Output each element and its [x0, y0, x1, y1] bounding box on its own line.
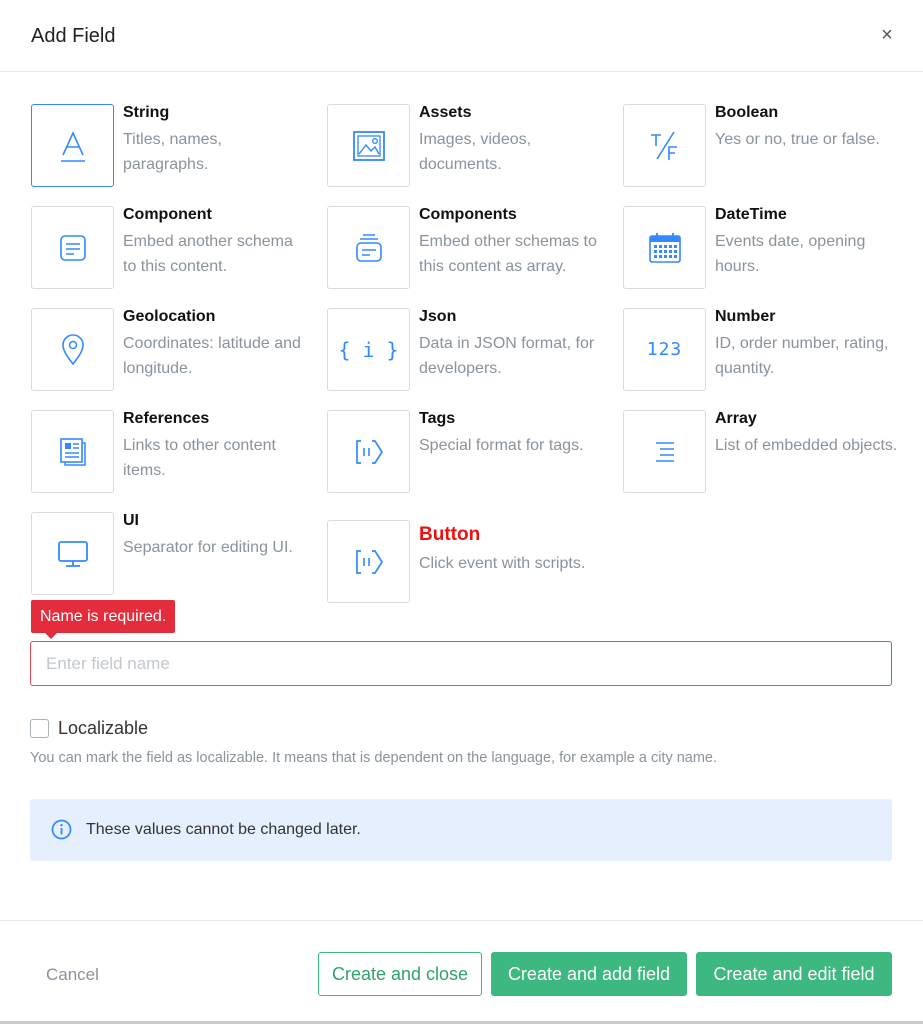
cancel-button[interactable]: Cancel — [46, 965, 99, 985]
field-type-description: Embed another schema to this content. — [123, 233, 293, 275]
field-type-button[interactable]: Button Click event with scripts. — [327, 520, 617, 610]
button-tag-icon[interactable] — [327, 520, 410, 603]
field-type-assets[interactable]: Assets Images, videos, documents. — [327, 104, 617, 194]
field-type-description: Events date, opening hours. — [715, 233, 866, 275]
field-type-references[interactable]: References Links to other content items. — [31, 410, 321, 500]
field-type-name: Array — [715, 410, 757, 427]
field-name-input[interactable] — [30, 641, 892, 686]
dialog-title: Add Field — [31, 25, 116, 47]
field-type-name: Number — [715, 308, 776, 325]
add-field-dialog: Add Field × String Titles, names, paragr… — [0, 0, 923, 1024]
field-type-datetime[interactable]: DateTime Events date, opening hours. — [623, 206, 913, 296]
field-type-name: Json — [419, 308, 457, 325]
number-icon[interactable]: 123 — [623, 308, 706, 391]
field-type-number[interactable]: 123 Number ID, order number, rating, qua… — [623, 308, 913, 398]
field-type-name: DateTime — [715, 206, 787, 223]
info-icon — [51, 819, 72, 845]
tags-icon[interactable] — [327, 410, 410, 493]
field-type-description: Separator for editing UI. — [123, 539, 293, 556]
calendar-icon[interactable] — [623, 206, 706, 289]
field-type-name: Component — [123, 206, 212, 223]
localizable-option[interactable]: Localizable — [30, 718, 148, 738]
json-icon-glyph: { i } — [338, 337, 399, 362]
field-type-description: Coordinates: latitude and longitude. — [123, 335, 301, 377]
field-type-name: Components — [419, 206, 517, 223]
field-type-components[interactable]: Components Embed other schemas to this c… — [327, 206, 617, 296]
field-type-name: UI — [123, 512, 139, 529]
field-type-array[interactable]: Array List of embedded objects. — [623, 410, 913, 500]
number-icon-glyph: 123 — [646, 339, 683, 360]
component-icon[interactable] — [31, 206, 114, 289]
field-type-name: References — [123, 410, 210, 427]
json-icon[interactable]: { i } — [327, 308, 410, 391]
field-type-name: String — [123, 104, 170, 121]
field-type-description: Click event with scripts. — [419, 555, 586, 572]
dialog-header: Add Field × — [0, 0, 923, 72]
string-icon[interactable] — [31, 104, 114, 187]
field-type-description: Links to other content items. — [123, 437, 276, 479]
field-type-ui[interactable]: UI Separator for editing UI. — [31, 512, 321, 602]
field-type-name: Button — [419, 524, 481, 545]
location-pin-icon[interactable] — [31, 308, 114, 391]
field-type-name: Boolean — [715, 104, 779, 121]
monitor-icon[interactable] — [31, 512, 114, 595]
field-type-description: Images, videos, documents. — [419, 131, 532, 173]
field-type-component[interactable]: Component Embed another schema to this c… — [31, 206, 321, 296]
localizable-label[interactable]: Localizable — [58, 718, 148, 739]
create-and-add-field-button[interactable]: Create and add field — [491, 952, 687, 996]
field-type-description: ID, order number, rating, quantity. — [715, 335, 889, 377]
field-type-tags[interactable]: Tags Special format for tags. — [327, 410, 617, 500]
field-type-json[interactable]: { i } Json Data in JSON format, for deve… — [327, 308, 617, 398]
field-type-description: Titles, names, paragraphs. — [123, 131, 222, 173]
field-type-name: Geolocation — [123, 308, 216, 325]
field-type-boolean[interactable]: Boolean Yes or no, true or false. — [623, 104, 913, 194]
field-type-description: Special format for tags. — [419, 437, 584, 454]
info-alert: These values cannot be changed later. — [30, 799, 892, 861]
field-type-name: Tags — [419, 410, 456, 427]
localizable-checkbox[interactable] — [30, 718, 49, 738]
field-type-description: Data in JSON format, for developers. — [419, 335, 595, 377]
field-type-string[interactable]: String Titles, names, paragraphs. — [31, 104, 321, 194]
field-type-description: List of embedded objects. — [715, 437, 898, 454]
create-and-edit-field-button[interactable]: Create and edit field — [696, 952, 892, 996]
info-text: These values cannot be changed later. — [86, 821, 361, 838]
field-type-description: Embed other schemas to this content as a… — [419, 233, 597, 275]
references-icon[interactable] — [31, 410, 114, 493]
field-type-name: Assets — [419, 104, 472, 121]
name-error-tooltip: Name is required. — [31, 600, 176, 639]
localizable-hint: You can mark the field as localizable. I… — [30, 750, 718, 766]
close-icon[interactable]: × — [879, 25, 895, 45]
boolean-icon[interactable] — [623, 104, 706, 187]
dialog-footer: Cancel Create and close Create and add f… — [0, 920, 923, 1024]
components-icon[interactable] — [327, 206, 410, 289]
create-and-close-button[interactable]: Create and close — [318, 952, 482, 996]
field-type-geolocation[interactable]: Geolocation Coordinates: latitude and lo… — [31, 308, 321, 398]
field-type-description: Yes or no, true or false. — [715, 131, 880, 148]
array-icon[interactable] — [623, 410, 706, 493]
image-icon[interactable] — [327, 104, 410, 187]
